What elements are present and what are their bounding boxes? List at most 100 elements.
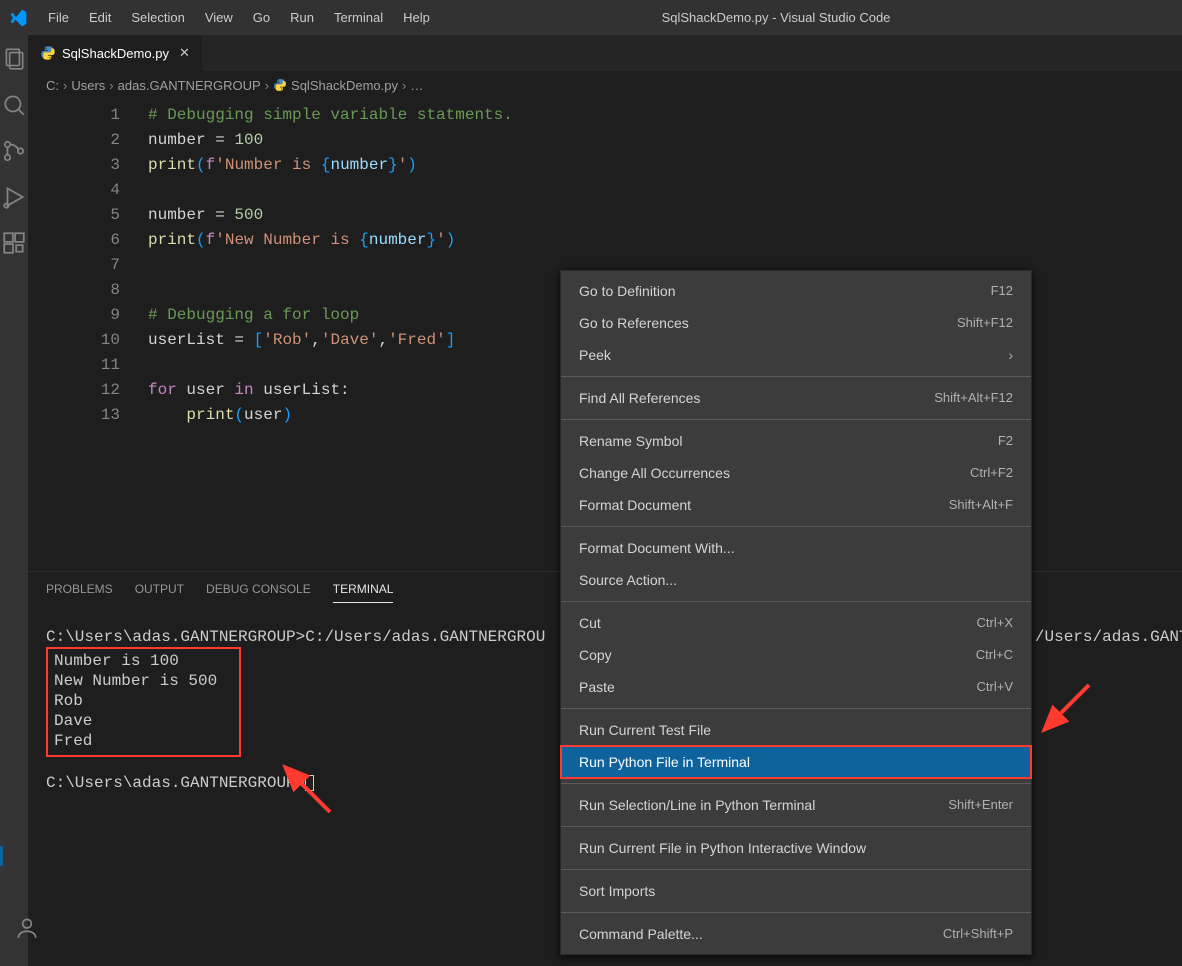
account-icon[interactable]: [14, 915, 40, 944]
menu-selection[interactable]: Selection: [121, 4, 194, 31]
run-debug-icon[interactable]: [0, 183, 28, 211]
vscode-logo-icon: [8, 8, 28, 28]
menu-item-label: Peek: [579, 345, 611, 365]
explorer-icon[interactable]: [0, 45, 28, 73]
menu-file[interactable]: File: [38, 4, 79, 31]
line-number: 3: [28, 153, 148, 178]
line-number: 11: [28, 353, 148, 378]
menu-item[interactable]: Run Current Test File: [561, 714, 1031, 746]
menu-item[interactable]: CopyCtrl+C: [561, 639, 1031, 671]
menu-item[interactable]: Go to DefinitionF12: [561, 275, 1031, 307]
chevron-right-icon: ›: [1008, 345, 1013, 365]
menu-item-label: Run Selection/Line in Python Terminal: [579, 795, 815, 815]
tab-problems[interactable]: PROBLEMS: [46, 582, 113, 603]
editor-tabs: SqlShackDemo.py ✕: [28, 35, 1182, 71]
annotation-arrow-icon: [1034, 680, 1104, 753]
menu-item[interactable]: Run Selection/Line in Python TerminalShi…: [561, 789, 1031, 821]
line-number: 7: [28, 253, 148, 278]
title-bar: File Edit Selection View Go Run Terminal…: [0, 0, 1182, 35]
menu-separator: [561, 783, 1031, 784]
terminal-text: C:\Users\adas.GANTNERGROUP>: [46, 774, 305, 792]
menu-item-shortcut: Ctrl+V: [977, 677, 1013, 697]
code-content: print(f'Number is {number}'): [148, 153, 417, 178]
tab-sqlshackdemo[interactable]: SqlShackDemo.py ✕: [28, 35, 202, 71]
menu-item[interactable]: Rename SymbolF2: [561, 425, 1031, 457]
breadcrumb-seg[interactable]: adas.GANTNERGROUP: [118, 78, 261, 93]
menu-edit[interactable]: Edit: [79, 4, 121, 31]
menu-item-shortcut: Ctrl+F2: [970, 463, 1013, 483]
terminal-text: Number is 100: [54, 651, 233, 671]
code-content: print(user): [148, 403, 292, 428]
tab-output[interactable]: OUTPUT: [135, 582, 184, 603]
line-number: 5: [28, 203, 148, 228]
menu-separator: [561, 419, 1031, 420]
python-file-icon: [40, 45, 56, 61]
menu-item[interactable]: Format Document With...: [561, 532, 1031, 564]
line-number: 12: [28, 378, 148, 403]
menu-help[interactable]: Help: [393, 4, 440, 31]
code-line[interactable]: 1# Debugging simple variable statments.: [28, 103, 1182, 128]
menu-item[interactable]: CutCtrl+X: [561, 607, 1031, 639]
menu-separator: [561, 826, 1031, 827]
menu-item[interactable]: Go to ReferencesShift+F12: [561, 307, 1031, 339]
menu-item-shortcut: Ctrl+C: [976, 645, 1013, 665]
menu-separator: [561, 601, 1031, 602]
activity-indicator: [0, 846, 3, 866]
menu-item[interactable]: Command Palette...Ctrl+Shift+P: [561, 918, 1031, 950]
menu-go[interactable]: Go: [243, 4, 280, 31]
menu-bar: File Edit Selection View Go Run Terminal…: [38, 4, 440, 31]
code-content: number = 100: [148, 128, 263, 153]
breadcrumb-seg[interactable]: C:: [46, 78, 59, 93]
code-line[interactable]: 6print(f'New Number is {number}'): [28, 228, 1182, 253]
code-content: for user in userList:: [148, 378, 350, 403]
menu-item[interactable]: Sort Imports: [561, 875, 1031, 907]
menu-item[interactable]: Change All OccurrencesCtrl+F2: [561, 457, 1031, 489]
close-icon[interactable]: ✕: [179, 45, 190, 61]
menu-item[interactable]: PasteCtrl+V: [561, 671, 1031, 703]
menu-item-label: Source Action...: [579, 570, 677, 590]
menu-view[interactable]: View: [195, 4, 243, 31]
breadcrumb-seg[interactable]: SqlShackDemo.py: [291, 78, 398, 93]
line-number: 6: [28, 228, 148, 253]
context-menu: Go to DefinitionF12Go to ReferencesShift…: [560, 270, 1032, 955]
menu-item-label: Go to Definition: [579, 281, 676, 301]
menu-item[interactable]: Source Action...: [561, 564, 1031, 596]
line-number: 9: [28, 303, 148, 328]
menu-item[interactable]: Find All ReferencesShift+Alt+F12: [561, 382, 1031, 414]
terminal-text: C:\Users\adas.GANTNERGROUP>: [46, 628, 305, 646]
code-line[interactable]: 3print(f'Number is {number}'): [28, 153, 1182, 178]
tab-terminal[interactable]: TERMINAL: [333, 582, 394, 603]
tab-debug-console[interactable]: DEBUG CONSOLE: [206, 582, 311, 603]
menu-item-shortcut: Shift+F12: [957, 313, 1013, 333]
menu-terminal[interactable]: Terminal: [324, 4, 393, 31]
terminal-text: C:/Users/adas.GANTNERGROU: [305, 628, 545, 646]
breadcrumb-seg[interactable]: Users: [71, 78, 105, 93]
breadcrumb-seg[interactable]: …: [410, 78, 423, 93]
search-icon[interactable]: [0, 91, 28, 119]
menu-item-shortcut: Shift+Alt+F12: [934, 388, 1013, 408]
code-content: number = 500: [148, 203, 263, 228]
menu-item-label: Run Current Test File: [579, 720, 711, 740]
activity-bar: [0, 35, 28, 966]
source-control-icon[interactable]: [0, 137, 28, 165]
breadcrumb[interactable]: C:› Users› adas.GANTNERGROUP› SqlShackDe…: [28, 71, 1182, 99]
menu-item[interactable]: Peek ›: [561, 339, 1031, 371]
annotation-arrow-icon: [275, 757, 345, 830]
code-content: print(f'New Number is {number}'): [148, 228, 455, 253]
menu-item-label: Command Palette...: [579, 924, 703, 944]
menu-item[interactable]: Run Current File in Python Interactive W…: [561, 832, 1031, 864]
line-number: 1: [28, 103, 148, 128]
menu-item-label: Cut: [579, 613, 601, 633]
code-line[interactable]: 4: [28, 178, 1182, 203]
menu-separator: [561, 526, 1031, 527]
menu-run[interactable]: Run: [280, 4, 324, 31]
menu-item[interactable]: Format DocumentShift+Alt+F: [561, 489, 1031, 521]
line-number: 8: [28, 278, 148, 303]
code-line[interactable]: 2number = 100: [28, 128, 1182, 153]
menu-item-label: Sort Imports: [579, 881, 655, 901]
extensions-icon[interactable]: [0, 229, 28, 257]
code-content: # Debugging a for loop: [148, 303, 359, 328]
menu-item[interactable]: Run Python File in Terminal: [561, 746, 1031, 778]
python-file-icon: [273, 78, 287, 92]
code-line[interactable]: 5number = 500: [28, 203, 1182, 228]
